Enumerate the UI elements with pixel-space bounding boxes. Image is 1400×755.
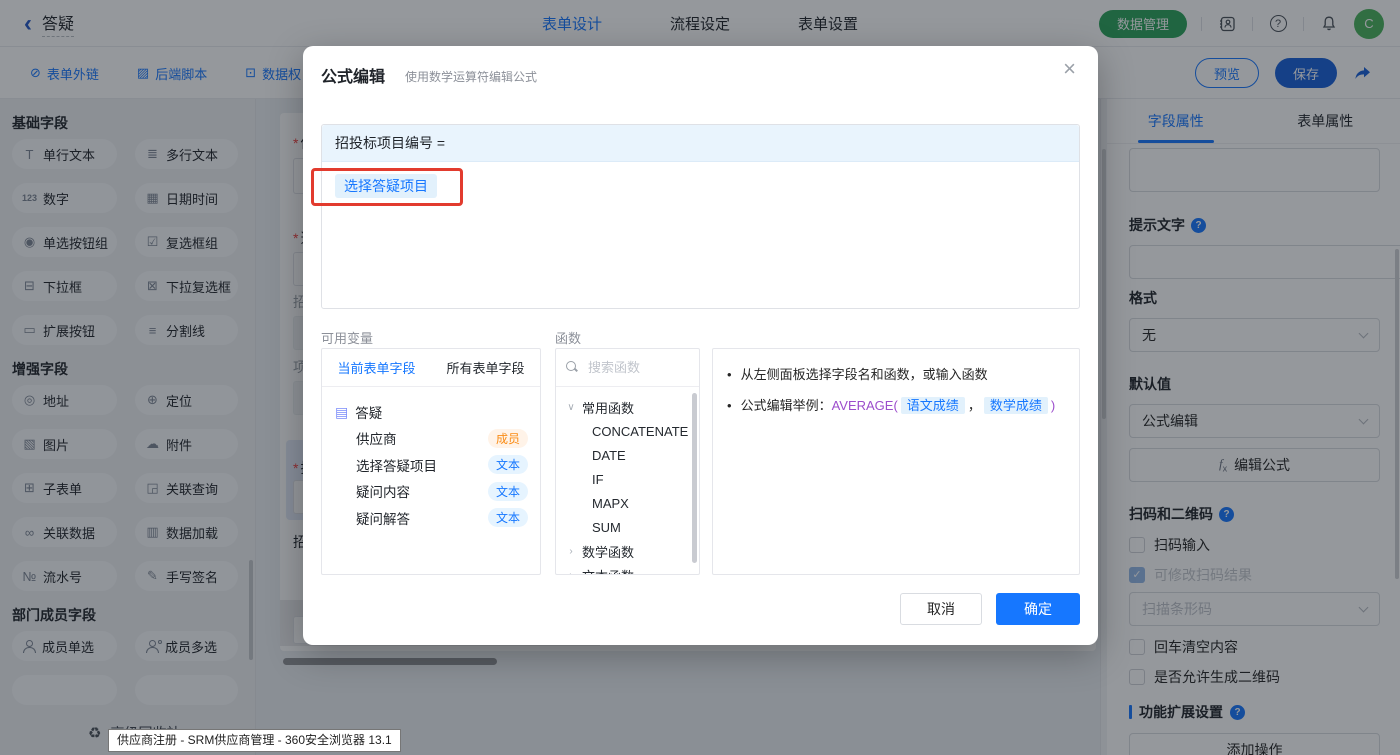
- hint-close-paren: ): [1051, 398, 1055, 413]
- functions-label: 函数: [555, 328, 581, 347]
- hint-comma: ，: [968, 398, 981, 413]
- root-label: 答疑: [355, 402, 382, 422]
- variables-label: 可用变量: [321, 328, 373, 347]
- type-badge-text: 文本: [488, 482, 528, 501]
- hint-field-chip: 数学成绩: [984, 397, 1048, 414]
- hint-line-1: • 从左侧面板选择字段名和函数，或输入函数: [727, 364, 1065, 386]
- variable-row[interactable]: 选择答疑项目 文本: [335, 452, 528, 479]
- functions-scrollbar[interactable]: [692, 393, 697, 563]
- hint-line-2: • 公式编辑举例：AVERAGE(语文成绩，数学成绩): [727, 395, 1065, 417]
- function-search-input[interactable]: [586, 359, 672, 376]
- chevron-right-icon: ›: [566, 546, 576, 557]
- group-label: 文本函数: [582, 566, 634, 576]
- tab-all-form-fields[interactable]: 所有表单字段: [431, 349, 540, 386]
- group-label: 常用函数: [582, 398, 634, 417]
- variable-name: 供应商: [356, 428, 397, 448]
- function-item[interactable]: IF: [566, 467, 699, 491]
- formula-edit-modal: 公式编辑 使用数学运算符编辑公式 × 招投标项目编号 = 选择答疑项目 可用变量…: [303, 46, 1098, 645]
- formula-body[interactable]: 选择答疑项目: [322, 162, 1079, 210]
- function-item[interactable]: DATE: [566, 443, 699, 467]
- variable-row[interactable]: 疑问内容 文本: [335, 478, 528, 505]
- variable-row[interactable]: 疑问解答 文本: [335, 505, 528, 532]
- hint-example-prefix: 公式编辑举例：: [741, 398, 832, 413]
- confirm-button[interactable]: 确定: [996, 593, 1080, 625]
- formula-lhs: 招投标项目编号 =: [322, 125, 1079, 162]
- variables-panel: 当前表单字段 所有表单字段 ▤ 答疑 供应商 成员 选择答疑项目 文本 疑问内容…: [321, 348, 541, 575]
- browser-tooltip: 供应商注册 - SRM供应商管理 - 360安全浏览器 13.1: [108, 729, 401, 752]
- type-badge-text: 文本: [488, 508, 528, 527]
- chevron-down-icon: ∨: [566, 402, 576, 413]
- chevron-right-icon: ›: [566, 570, 576, 576]
- cancel-button[interactable]: 取消: [900, 593, 982, 625]
- function-group-text[interactable]: › 文本函数: [566, 563, 699, 575]
- variable-name: 选择答疑项目: [356, 455, 437, 475]
- hint-function-name: AVERAGE(: [832, 398, 898, 413]
- formula-editor: 招投标项目编号 = 选择答疑项目: [321, 124, 1080, 309]
- variable-tree-root[interactable]: ▤ 答疑: [335, 399, 528, 425]
- type-badge-member: 成员: [488, 429, 528, 448]
- tab-current-form-fields[interactable]: 当前表单字段: [322, 349, 431, 386]
- hint-field-chip: 语文成绩: [901, 397, 965, 414]
- type-badge-text: 文本: [488, 455, 528, 474]
- hint-panel: • 从左侧面板选择字段名和函数，或输入函数 • 公式编辑举例：AVERAGE(语…: [712, 348, 1080, 575]
- function-group-common[interactable]: ∨ 常用函数: [566, 395, 699, 419]
- function-item[interactable]: SUM: [566, 515, 699, 539]
- modal-subtitle: 使用数学运算符编辑公式: [405, 68, 537, 85]
- variable-row[interactable]: 供应商 成员: [335, 425, 528, 452]
- variable-name: 疑问内容: [356, 481, 410, 501]
- function-item[interactable]: CONCATENATE: [566, 419, 699, 443]
- function-group-math[interactable]: › 数学函数: [566, 539, 699, 563]
- search-icon: [566, 361, 579, 374]
- formula-field-token[interactable]: 选择答疑项目: [335, 174, 437, 198]
- functions-panel: ∨ 常用函数 CONCATENATE DATE IF MAPX SUM › 数学…: [555, 348, 700, 575]
- modal-title: 公式编辑: [321, 63, 385, 87]
- group-label: 数学函数: [582, 542, 634, 561]
- variable-name: 疑问解答: [356, 508, 410, 528]
- form-doc-icon: ▤: [335, 404, 348, 421]
- function-item[interactable]: MAPX: [566, 491, 699, 515]
- close-icon[interactable]: ×: [1063, 58, 1076, 80]
